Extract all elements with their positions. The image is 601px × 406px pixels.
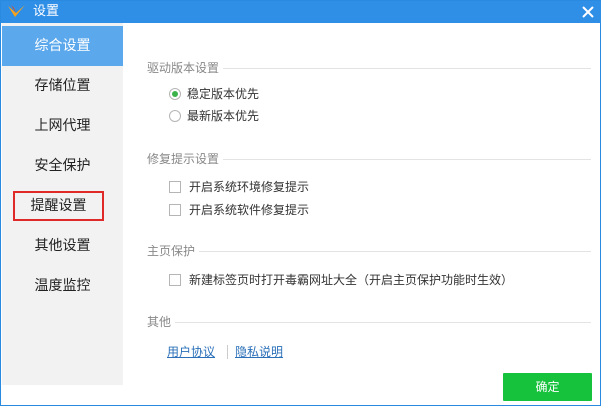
sidebar-item-temperature[interactable]: 温度监控 (2, 266, 123, 306)
sidebar-item-label: 安全保护 (34, 158, 91, 174)
link-separator (227, 345, 228, 359)
checkbox-icon (169, 204, 181, 216)
app-logo-icon (8, 5, 25, 17)
section-title-driver: 驱动版本设置 (147, 61, 220, 75)
sidebar-item-other[interactable]: 其他设置 (2, 226, 123, 266)
sidebar-item-label: 温度监控 (34, 278, 91, 294)
section-title-repair: 修复提示设置 (147, 152, 220, 166)
settings-content: 驱动版本设置 稳定版本优先 最新版本优先 修复提示设置 开启系统环境修复提示 开… (123, 23, 601, 406)
sidebar-item-reminder[interactable]: 提醒设置 (13, 191, 104, 221)
radio-unselected-icon (169, 110, 181, 122)
section-divider (175, 322, 591, 323)
sidebar-item-storage[interactable]: 存储位置 (2, 66, 123, 106)
sidebar: 综合设置 存储位置 上网代理 安全保护 提醒设置 其他设置 温度监控 (2, 23, 123, 385)
title-bar: 设置 (1, 1, 601, 23)
privacy-link[interactable]: 隐私说明 (235, 344, 283, 360)
section-divider (223, 68, 591, 69)
sidebar-item-label: 其他设置 (34, 238, 91, 254)
sidebar-item-label: 上网代理 (34, 118, 91, 134)
close-icon[interactable] (578, 2, 598, 22)
ok-button[interactable]: 确定 (503, 373, 592, 401)
section-title-homepage: 主页保护 (147, 244, 196, 258)
user-agreement-link[interactable]: 用户协议 (167, 344, 215, 360)
sidebar-item-label: 提醒设置 (30, 198, 87, 214)
radio-selected-icon (169, 88, 181, 100)
checkbox-icon (169, 274, 181, 286)
sidebar-item-security[interactable]: 安全保护 (2, 146, 123, 186)
sidebar-item-proxy[interactable]: 上网代理 (2, 106, 123, 146)
section-divider (199, 251, 591, 252)
settings-window: 设置 综合设置 存储位置 上网代理 安全保护 提醒设置 其他设置 温度监控 驱动… (0, 0, 601, 406)
sidebar-item-label: 综合设置 (34, 38, 91, 54)
window-title: 设置 (33, 4, 60, 19)
checkbox-icon (169, 181, 181, 193)
section-divider (223, 159, 591, 160)
sidebar-item-label: 存储位置 (34, 78, 91, 94)
sidebar-item-general[interactable]: 综合设置 (2, 26, 123, 66)
section-title-other: 其他 (147, 315, 172, 329)
